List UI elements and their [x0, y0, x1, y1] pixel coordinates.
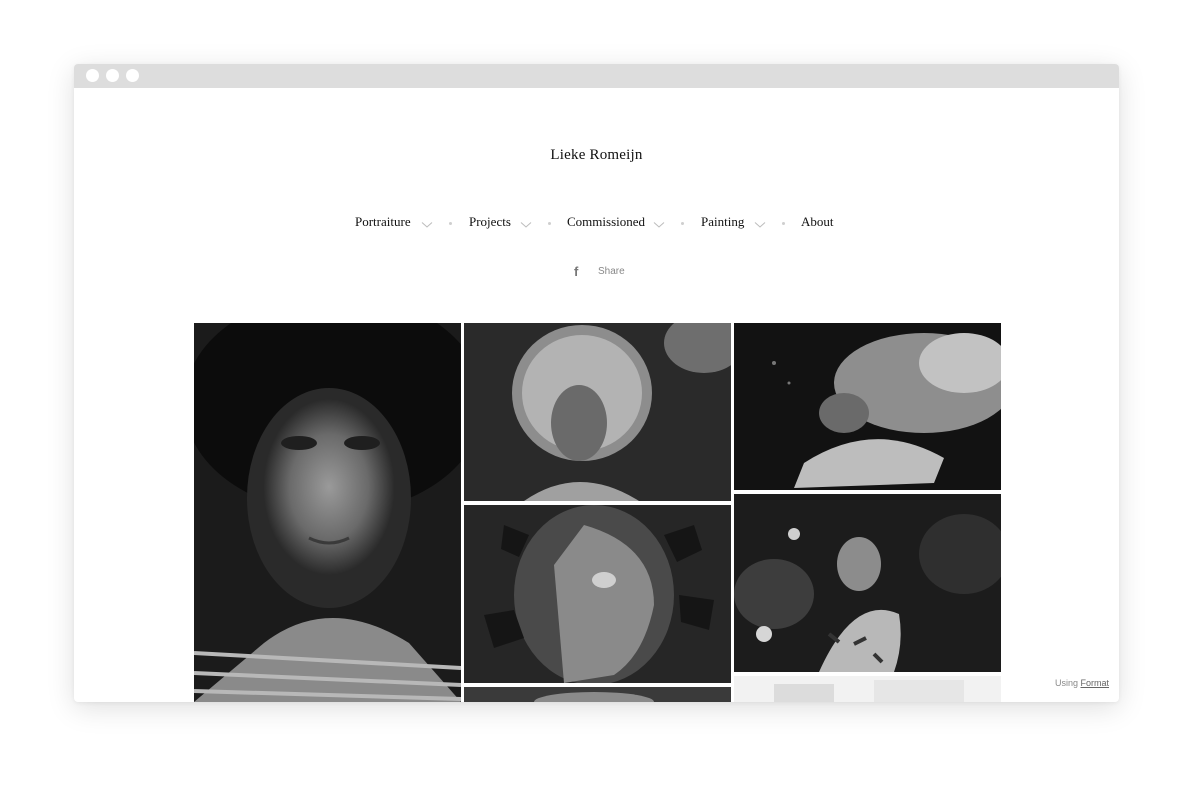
facebook-icon[interactable]: f	[574, 264, 578, 279]
chevron-down-icon[interactable]	[421, 221, 433, 229]
browser-window: Lieke Romeijn Portraiture Projects Commi…	[74, 64, 1119, 702]
footer-credit: Using Format	[1055, 678, 1109, 688]
page: Lieke Romeijn Portraiture Projects Commi…	[0, 0, 1200, 785]
gallery-photo-partial-bottom-middle[interactable]	[464, 687, 731, 702]
photo-image	[734, 494, 1001, 672]
gallery-photo-girl-in-garden[interactable]	[734, 494, 1001, 672]
format-link[interactable]: Format	[1080, 678, 1109, 688]
gallery-photo-profile-leaves[interactable]	[464, 505, 731, 683]
chevron-down-icon[interactable]	[754, 221, 766, 229]
nav-separator	[681, 222, 684, 225]
nav-separator	[449, 222, 452, 225]
nav-item-about[interactable]: About	[801, 214, 834, 230]
nav-item-commissioned[interactable]: Commissioned	[567, 214, 645, 230]
window-control-close[interactable]	[86, 69, 99, 82]
using-label: Using	[1054, 678, 1078, 688]
chevron-down-icon[interactable]	[653, 221, 665, 229]
gallery-photo-portrait-freckles[interactable]	[194, 323, 461, 702]
gallery-photo-child-lying-fur[interactable]	[734, 323, 1001, 490]
chevron-down-icon[interactable]	[520, 221, 532, 229]
photo-image	[464, 323, 731, 501]
gallery-photo-partial-bottom-right[interactable]	[734, 676, 1001, 702]
nav-item-portraiture[interactable]: Portraiture	[355, 214, 411, 230]
photo-image	[194, 323, 461, 702]
nav-item-painting[interactable]: Painting	[701, 214, 744, 230]
window-control-maximize[interactable]	[126, 69, 139, 82]
photo-image	[464, 505, 731, 683]
nav-item-projects[interactable]: Projects	[469, 214, 511, 230]
photo-image	[734, 323, 1001, 490]
photo-image	[464, 687, 731, 702]
share-label: Share	[598, 266, 625, 277]
photo-image	[734, 676, 1001, 702]
nav-separator	[548, 222, 551, 225]
nav-separator	[782, 222, 785, 225]
site-title[interactable]: Lieke Romeijn	[74, 147, 1119, 164]
window-control-minimize[interactable]	[106, 69, 119, 82]
share-button[interactable]: f Share	[574, 264, 634, 280]
window-titlebar	[74, 64, 1119, 88]
main-nav: Portraiture Projects Commissioned Painti…	[74, 214, 1119, 234]
gallery-photo-portrait-curly-hair[interactable]	[464, 323, 731, 501]
